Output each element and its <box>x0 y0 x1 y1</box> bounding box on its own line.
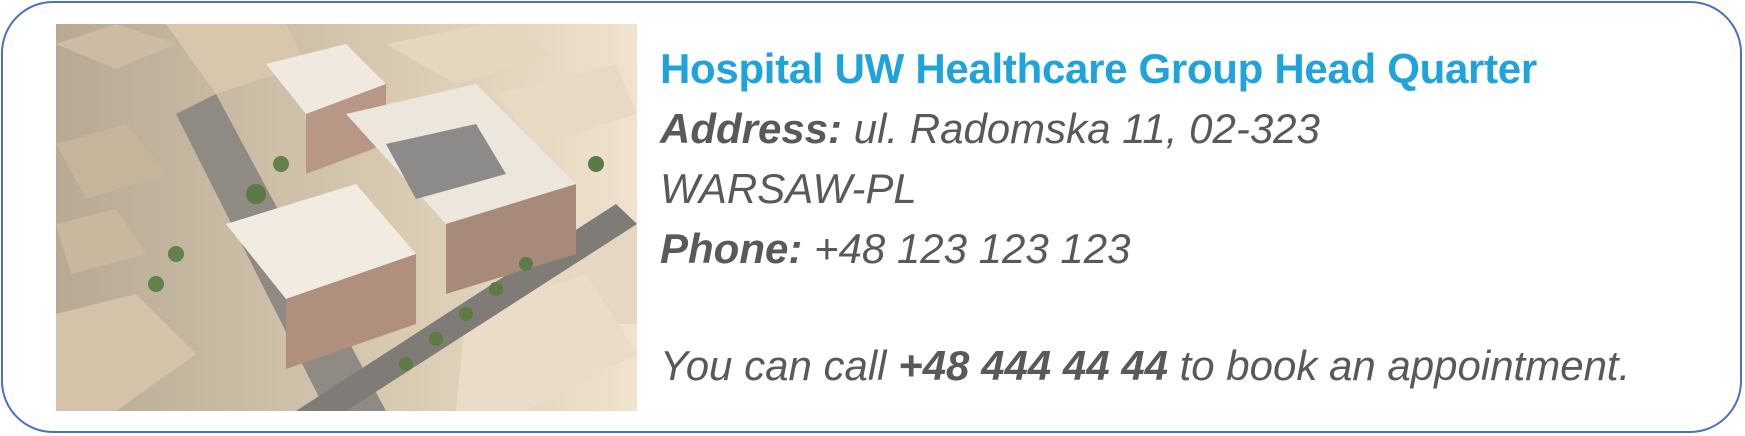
address-line: Address: ul. Radomska 11, 02-323 <box>660 99 1720 159</box>
phone-value: +48 123 123 123 <box>802 225 1131 272</box>
address-label: Address: <box>660 105 843 152</box>
hospital-photo <box>56 24 637 411</box>
hospital-title: Hospital UW Healthcare Group Head Quarte… <box>660 45 1537 92</box>
call-prefix: You can call <box>660 342 899 389</box>
phone-label: Phone: <box>660 225 803 272</box>
address-line1: ul. Radomska 11, 02-323 <box>842 105 1320 152</box>
appointment-phone[interactable]: +48 444 44 44 <box>898 342 1168 389</box>
hospital-info-card: Hospital UW Healthcare Group Head Quarte… <box>1 1 1742 433</box>
call-suffix: to book an appointment. <box>1167 342 1631 389</box>
hospital-info: Hospital UW Healthcare Group Head Quarte… <box>660 39 1720 396</box>
address-city: WARSAW-PL <box>660 165 917 212</box>
phone-line: Phone: +48 123 123 123 <box>660 219 1720 279</box>
appointment-line: You can call +48 444 44 44 to book an ap… <box>660 336 1720 396</box>
